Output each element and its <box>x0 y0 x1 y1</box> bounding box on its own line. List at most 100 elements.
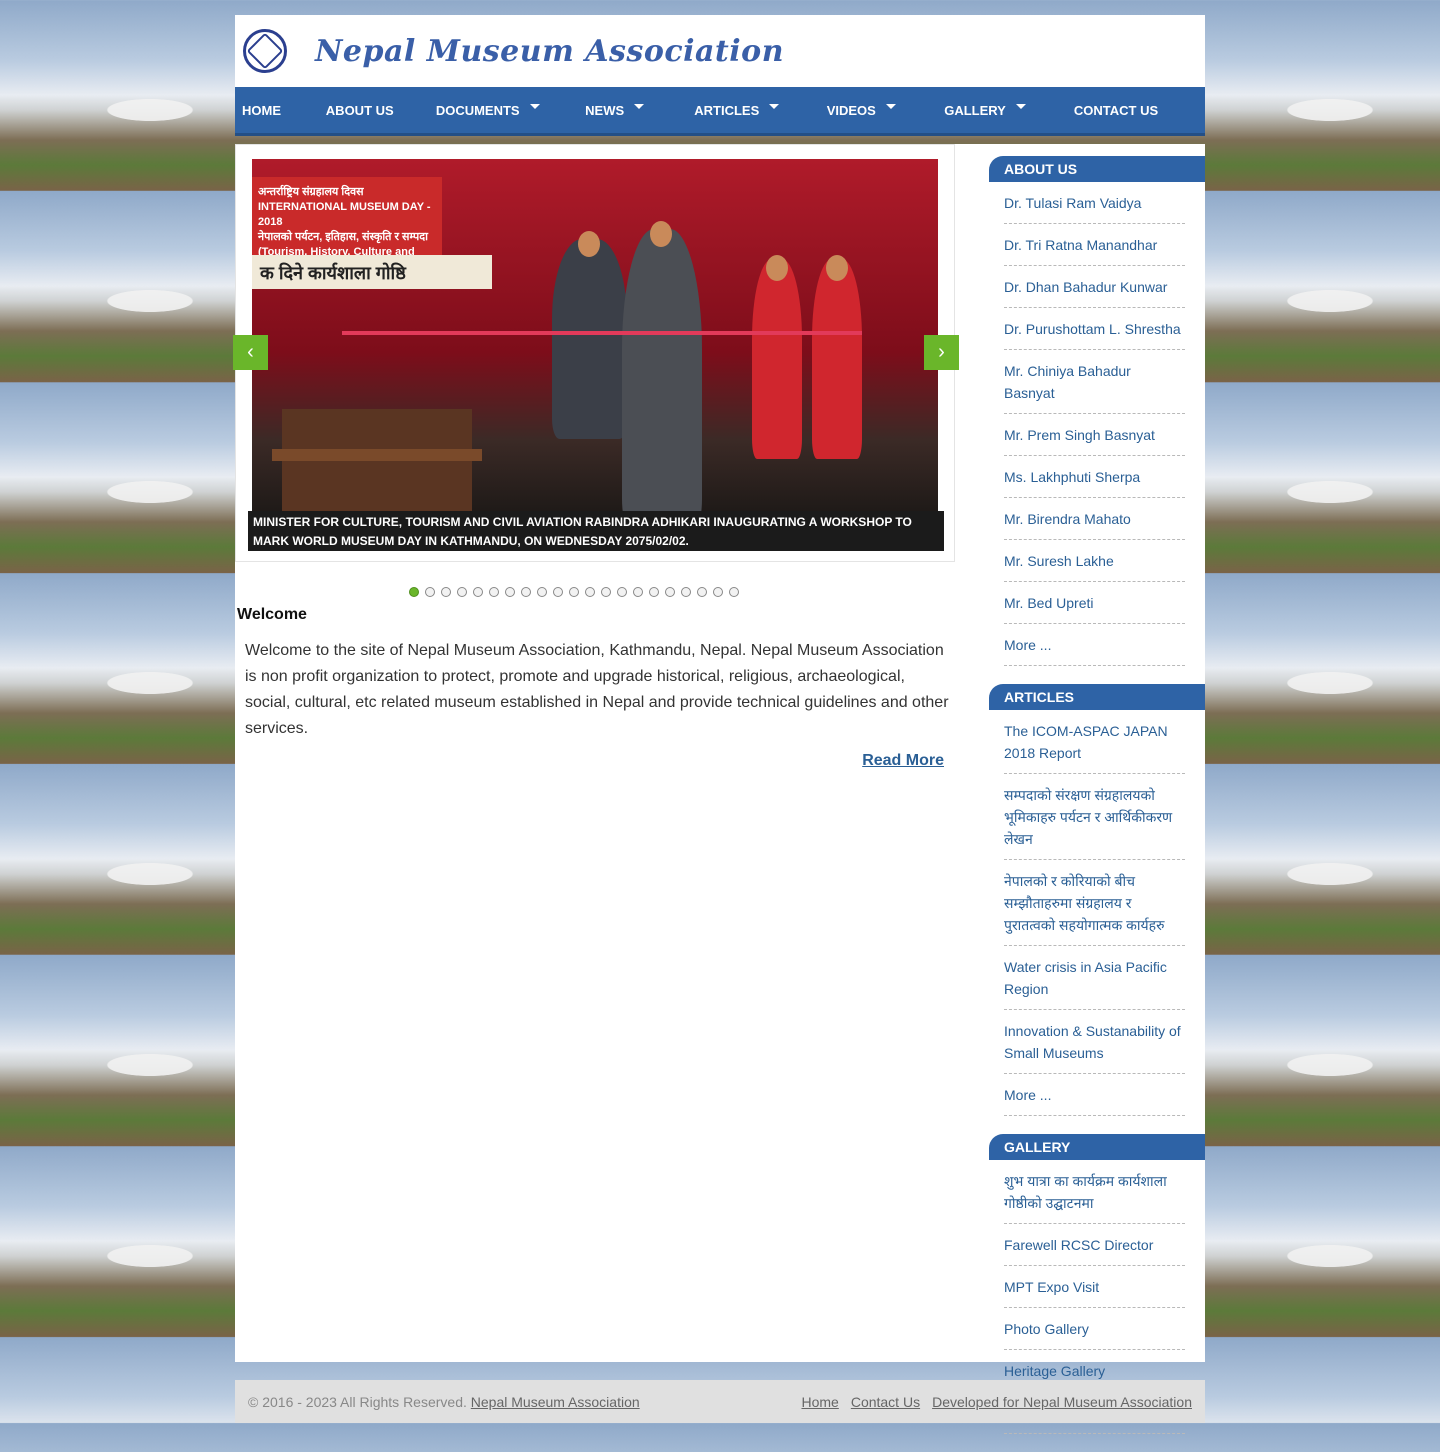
nav-item-documents[interactable]: Documents <box>429 87 578 133</box>
sidebar-link[interactable]: Dr. Purushottam L. Shrestha <box>1004 308 1185 350</box>
slider-dot[interactable] <box>409 587 419 597</box>
slider-dot[interactable] <box>569 587 579 597</box>
nav-item-label: Home <box>242 102 281 118</box>
sidebar-block-about-us: About Us Dr. Tulasi Ram Vaidya Dr. Tri Rat… <box>989 156 1205 666</box>
nav-item-gallery[interactable]: Gallery <box>937 87 1067 133</box>
sidebar-list: The ICOM-ASPAC JAPAN 2018 Report सम्पदाको… <box>989 710 1185 1116</box>
sidebar-link[interactable]: Mr. Birendra Mahato <box>1004 498 1185 540</box>
main-content: अन्तर्राष्ट्रिय संग्रहालय दिवस INTERNATI… <box>233 144 1205 1434</box>
nav-item-label: Documents <box>435 102 520 118</box>
nav-item-videos[interactable]: Videos <box>820 87 938 133</box>
footer-copyright: © 2016 - 2023 All Rights Reserved. Nepal… <box>248 1393 640 1410</box>
slider-dot[interactable] <box>537 587 547 597</box>
sidebar-link[interactable]: Mr. Bed Upreti <box>1004 582 1185 624</box>
slider-dot[interactable] <box>681 587 691 597</box>
person-figure <box>812 259 862 459</box>
sidebar-heading: Articles <box>989 684 1205 710</box>
nav-item-label: Articles <box>694 102 760 118</box>
sidebar-link[interactable]: Mr. Prem Singh Basnyat <box>1004 414 1185 456</box>
face <box>826 255 848 281</box>
slider-dot[interactable] <box>521 587 531 597</box>
slider-dot[interactable] <box>553 587 563 597</box>
page-container: Nepal Museum Association Home About Us Doc… <box>233 15 1205 1434</box>
sidebar-link[interactable]: Mr. Chiniya Bahadur Basnyat <box>1004 350 1185 414</box>
sidebar-link[interactable]: Innovation & Sustanability of Small Muse… <box>1004 1010 1185 1074</box>
caret-down-icon <box>885 103 896 109</box>
slider-dot[interactable] <box>457 587 467 597</box>
sidebar-link[interactable]: Mr. Suresh Lakhe <box>1004 540 1185 582</box>
slider-photo: अन्तर्राष्ट्रिय संग्रहालय दिवस INTERNATI… <box>252 159 938 511</box>
sidebar-link[interactable]: Photo Gallery <box>1004 1308 1185 1350</box>
sidebar-link[interactable]: Ms. Lakhphuti Sherpa <box>1004 456 1185 498</box>
logo-seal-icon[interactable] <box>243 29 287 73</box>
ribbon <box>342 331 862 335</box>
slider-pagination <box>409 587 739 597</box>
table-top <box>272 449 482 461</box>
sidebar-link[interactable]: More ... <box>1004 1074 1185 1116</box>
sidebar-link[interactable]: Dr. Dhan Bahadur Kunwar <box>1004 266 1185 308</box>
sidebar-link[interactable]: Farewell RCSC Director <box>1004 1224 1185 1266</box>
chevron-right-icon: › <box>938 341 945 363</box>
slider-dot[interactable] <box>489 587 499 597</box>
caret-down-icon <box>1015 103 1026 109</box>
slider-dot[interactable] <box>505 587 515 597</box>
sidebar-link[interactable]: Dr. Tulasi Ram Vaidya <box>1004 182 1185 224</box>
image-slider: अन्तर्राष्ट्रिय संग्रहालय दिवस INTERNATI… <box>233 144 959 562</box>
site-logo-text[interactable]: Nepal Museum Association <box>315 34 784 69</box>
slider-dot[interactable] <box>633 587 643 597</box>
slider-dot[interactable] <box>601 587 611 597</box>
sidebar-link[interactable]: Water crisis in Asia Pacific Region <box>1004 946 1185 1010</box>
nav-item-label: Gallery <box>944 102 1006 118</box>
face <box>766 255 788 281</box>
sidebar-block-articles: Articles The ICOM-ASPAC JAPAN 2018 Report… <box>989 684 1205 1116</box>
site-footer: © 2016 - 2023 All Rights Reserved. Nepal… <box>235 1380 1205 1423</box>
sidebar-link[interactable]: The ICOM-ASPAC JAPAN 2018 Report <box>1004 710 1185 774</box>
nav-item-label: Videos <box>826 102 876 118</box>
slider-prev-button[interactable]: ‹ <box>233 335 268 370</box>
nav-item-label: News <box>585 102 625 118</box>
person-figure <box>552 239 627 439</box>
sidebar-link[interactable]: More ... <box>1004 624 1185 666</box>
slider-dot[interactable] <box>473 587 483 597</box>
caret-down-icon <box>529 103 540 109</box>
slider-dot[interactable] <box>585 587 595 597</box>
nav-item-label: About Us <box>325 102 394 118</box>
sidebar-link[interactable]: Dr. Tri Ratna Manandhar <box>1004 224 1185 266</box>
nav-item-news[interactable]: News <box>578 87 687 133</box>
nav-item-contact-us[interactable]: Contact Us <box>1067 87 1205 133</box>
sidebar-link[interactable]: नेपालको र कोरियाको बीच सम्झौताहरुमा संग्… <box>1004 860 1185 946</box>
welcome-title: Welcome <box>237 606 307 623</box>
slider-dot[interactable] <box>425 587 435 597</box>
sidebar-link[interactable]: शुभ यात्रा का कार्यक्रम कार्यशाला गोष्ठी… <box>1004 1160 1185 1224</box>
sidebar-heading: Gallery <box>989 1134 1205 1160</box>
nav-item-about-us[interactable]: About Us <box>319 87 429 133</box>
nav-item-home[interactable]: Home <box>235 87 319 133</box>
footer-link-developed[interactable]: Developed for Nepal Museum Association <box>932 1394 1192 1410</box>
nav-item-articles[interactable]: Articles <box>687 87 819 133</box>
welcome-text: Welcome to the site of Nepal Museum Asso… <box>245 642 949 737</box>
caret-down-icon <box>769 103 780 109</box>
caret-down-icon <box>634 103 645 109</box>
banner-white: क दिने कार्यशाला गोष्ठि <box>252 255 492 289</box>
sidebar-list: Dr. Tulasi Ram Vaidya Dr. Tri Ratna Manan… <box>989 182 1185 666</box>
slider-dot[interactable] <box>713 587 723 597</box>
person-figure <box>752 259 802 459</box>
chevron-left-icon: ‹ <box>247 341 254 363</box>
nav-item-label: Contact Us <box>1073 102 1159 118</box>
slider-dot[interactable] <box>441 587 451 597</box>
footer-link-contact[interactable]: Contact Us <box>851 1394 920 1410</box>
slider-dot[interactable] <box>617 587 627 597</box>
footer-org-link[interactable]: Nepal Museum Association <box>471 1394 640 1410</box>
slider-dot[interactable] <box>729 587 739 597</box>
slider-dot[interactable] <box>697 587 707 597</box>
read-more-link[interactable]: Read More <box>862 752 944 770</box>
footer-link-home[interactable]: Home <box>801 1394 838 1410</box>
face <box>650 221 672 247</box>
sidebar-link[interactable]: सम्पदाको संरक्षण संग्रहालयको भूमिकाहरु प… <box>1004 774 1185 860</box>
person-figure <box>622 229 702 511</box>
slider-next-button[interactable]: › <box>924 335 959 370</box>
slider-dot[interactable] <box>649 587 659 597</box>
slider-dot[interactable] <box>665 587 675 597</box>
sidebar-link[interactable]: MPT Expo Visit <box>1004 1266 1185 1308</box>
sidebar-heading: About Us <box>989 156 1205 182</box>
